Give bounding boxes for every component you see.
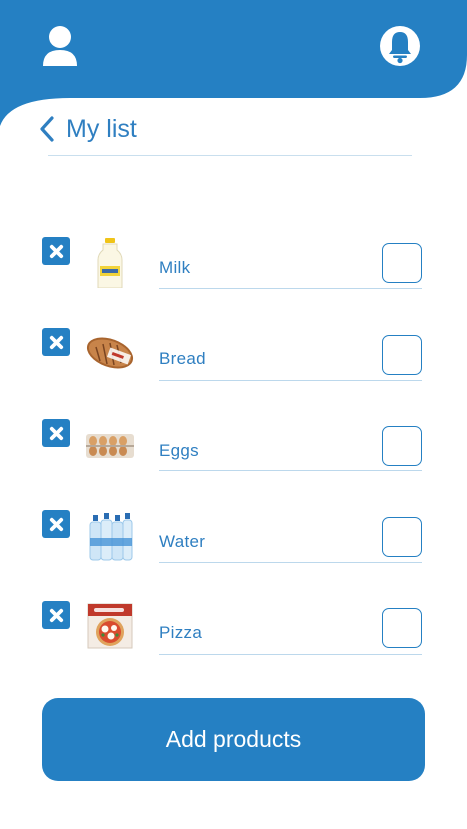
close-icon (49, 335, 63, 349)
item-label: Eggs (159, 441, 199, 460)
item-label: Water (159, 532, 206, 551)
page-title: My list (66, 115, 137, 143)
remove-item-button[interactable] (42, 328, 70, 356)
item-divider (159, 654, 422, 655)
list-item: Eggs (0, 412, 467, 482)
close-icon (49, 608, 63, 622)
water-bottles-image (89, 513, 133, 561)
remove-item-button[interactable] (42, 510, 70, 538)
item-divider (159, 562, 422, 563)
close-icon (49, 244, 63, 258)
item-checkbox[interactable] (382, 243, 422, 283)
add-products-button[interactable]: Add products (42, 698, 425, 781)
item-checkbox[interactable] (382, 335, 422, 375)
chevron-left-icon (40, 116, 54, 142)
pizza-box-image (87, 603, 133, 649)
bread-loaf-image (86, 337, 134, 369)
egg-carton-image (86, 434, 134, 458)
back-button[interactable]: My list (38, 114, 137, 144)
title-divider (48, 155, 412, 156)
milk-bottle-image (97, 238, 123, 288)
item-label: Bread (159, 349, 206, 368)
list-item: Pizza (0, 594, 467, 664)
item-checkbox[interactable] (382, 517, 422, 557)
close-icon (49, 426, 63, 440)
bell-icon (380, 26, 420, 66)
remove-item-button[interactable] (42, 601, 70, 629)
user-profile-button[interactable] (40, 24, 80, 68)
user-icon (43, 26, 77, 66)
list-item: Bread (0, 321, 467, 391)
close-icon (49, 517, 63, 531)
item-checkbox[interactable] (382, 426, 422, 466)
remove-item-button[interactable] (42, 419, 70, 447)
item-label: Pizza (159, 623, 203, 642)
notifications-button[interactable] (378, 24, 422, 68)
item-divider (159, 470, 422, 471)
item-divider (159, 380, 422, 381)
item-label: Milk (159, 258, 191, 277)
remove-item-button[interactable] (42, 237, 70, 265)
item-divider (159, 288, 422, 289)
list-item: Milk (0, 230, 467, 300)
item-checkbox[interactable] (382, 608, 422, 648)
list-item: Water (0, 504, 467, 574)
